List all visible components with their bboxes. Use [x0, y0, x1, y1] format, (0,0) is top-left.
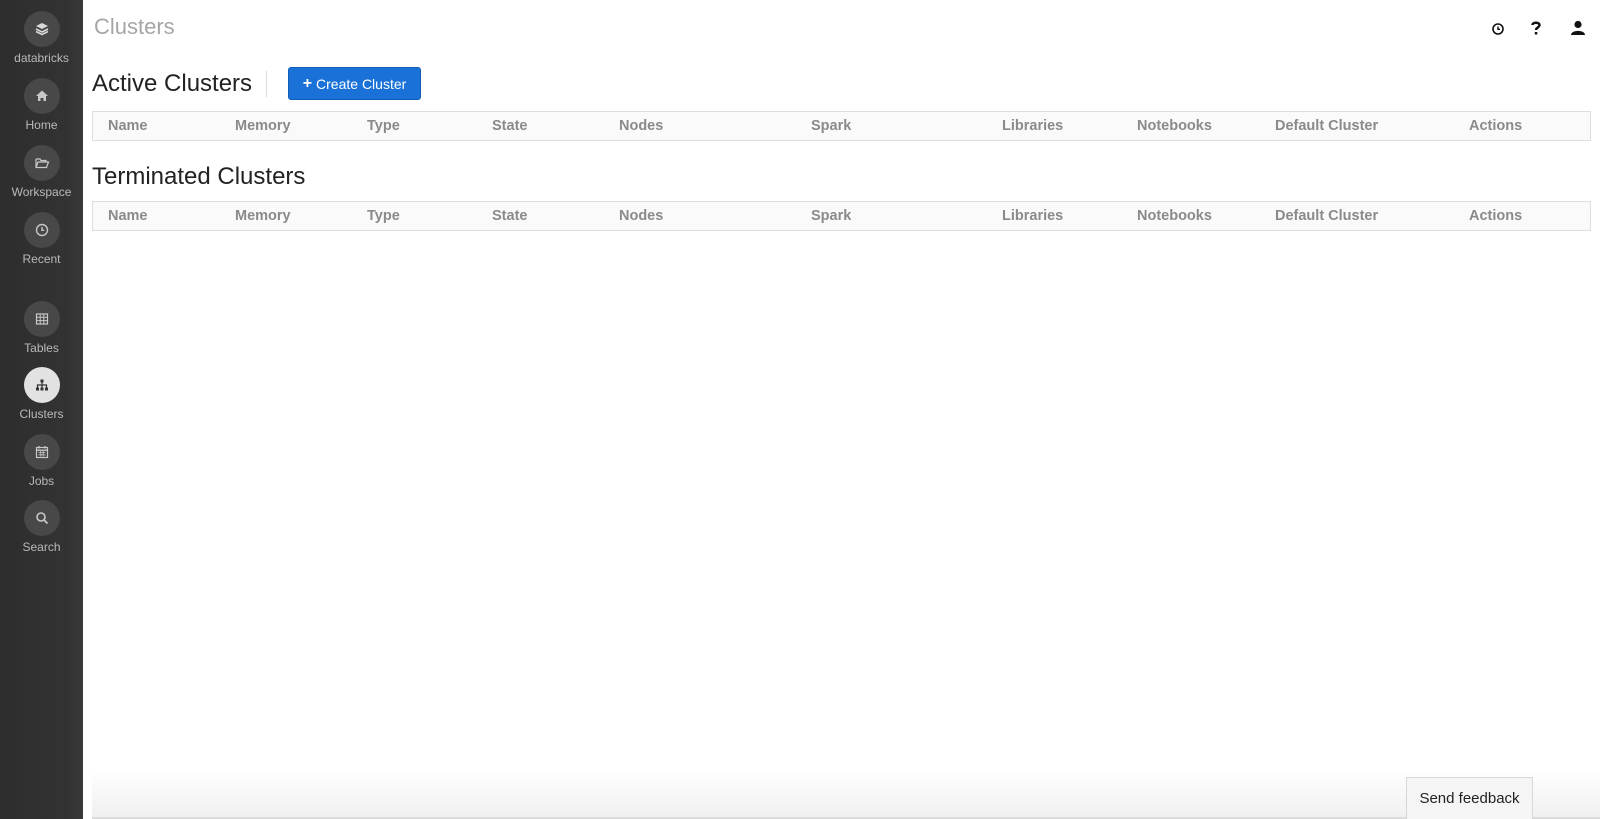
column-header-state[interactable]: State: [492, 202, 527, 230]
column-header-spark[interactable]: Spark: [811, 202, 851, 230]
active-clusters-title: Active Clusters: [92, 70, 253, 97]
column-header-libraries[interactable]: Libraries: [1002, 202, 1063, 230]
folder-open-icon: [23, 145, 60, 181]
column-header-default-cluster[interactable]: Default Cluster: [1275, 202, 1378, 230]
sidebar-item-label: Workspace: [11, 185, 72, 199]
column-header-memory[interactable]: Memory: [235, 202, 291, 230]
column-header-type[interactable]: Type: [367, 202, 400, 230]
sidebar-item-recent[interactable]: Recent: [0, 212, 83, 266]
sidebar-item-label: Clusters: [19, 407, 64, 421]
send-feedback-button[interactable]: Send feedback: [1406, 777, 1533, 819]
active-clusters-table-header: Name Memory Type State Nodes Spark Libra…: [92, 111, 1591, 141]
column-header-name[interactable]: Name: [108, 202, 148, 230]
column-header-notebooks[interactable]: Notebooks: [1137, 202, 1212, 230]
sidebar-item-label: databricks: [14, 51, 69, 65]
column-header-type[interactable]: Type: [367, 112, 400, 140]
sidebar-item-label: Jobs: [28, 474, 55, 488]
column-header-actions: Actions: [1469, 118, 1523, 134]
footer-shade: [92, 770, 1600, 819]
create-cluster-label: Create Cluster: [316, 75, 407, 92]
calendar-icon: [23, 434, 60, 470]
sidebar-item-home[interactable]: Home: [0, 78, 83, 132]
sitemap-icon: [23, 367, 60, 403]
help-icon[interactable]: [1524, 14, 1548, 42]
clock-icon: [23, 212, 60, 248]
column-header-nodes[interactable]: Nodes: [619, 202, 663, 230]
sidebar-item-search[interactable]: Search: [0, 500, 83, 554]
sidebar-item-label: Search: [22, 540, 61, 554]
sidebar-item-label: Recent: [22, 252, 61, 266]
column-header-memory[interactable]: Memory: [235, 112, 291, 140]
search-icon: [23, 500, 60, 536]
column-header-notebooks[interactable]: Notebooks: [1137, 112, 1212, 140]
layers-icon: [23, 11, 60, 47]
column-header-state[interactable]: State: [492, 112, 527, 140]
sidebar-brand-databricks[interactable]: databricks: [0, 11, 83, 65]
column-header-default-cluster[interactable]: Default Cluster: [1275, 112, 1378, 140]
column-header-actions: Actions: [1469, 208, 1523, 224]
home-icon: [23, 78, 60, 114]
sidebar-item-workspace[interactable]: Workspace: [0, 145, 83, 199]
plus-icon: +: [302, 74, 313, 92]
table-grid-icon: [23, 301, 60, 337]
column-header-nodes[interactable]: Nodes: [619, 112, 663, 140]
sidebar-item-clusters[interactable]: Clusters: [0, 367, 83, 421]
clock-icon[interactable]: [1486, 14, 1510, 42]
terminated-clusters-table-header: Name Memory Type State Nodes Spark Libra…: [92, 201, 1591, 231]
sidebar-item-jobs[interactable]: Jobs: [0, 434, 83, 488]
column-header-libraries[interactable]: Libraries: [1002, 112, 1063, 140]
terminated-clusters-title: Terminated Clusters: [92, 163, 306, 190]
column-header-name[interactable]: Name: [108, 112, 148, 140]
column-header-spark[interactable]: Spark: [811, 112, 851, 140]
user-icon[interactable]: [1566, 14, 1590, 42]
sidebar-item-label: Home: [25, 118, 58, 132]
title-divider: [266, 71, 267, 97]
sidebar-item-label: Tables: [24, 341, 59, 355]
page-title: Clusters: [94, 14, 175, 39]
create-cluster-button[interactable]: + Create Cluster: [288, 67, 421, 100]
sidebar: databricks Home Workspace Recent Tables …: [0, 0, 83, 819]
sidebar-item-tables[interactable]: Tables: [0, 301, 83, 355]
